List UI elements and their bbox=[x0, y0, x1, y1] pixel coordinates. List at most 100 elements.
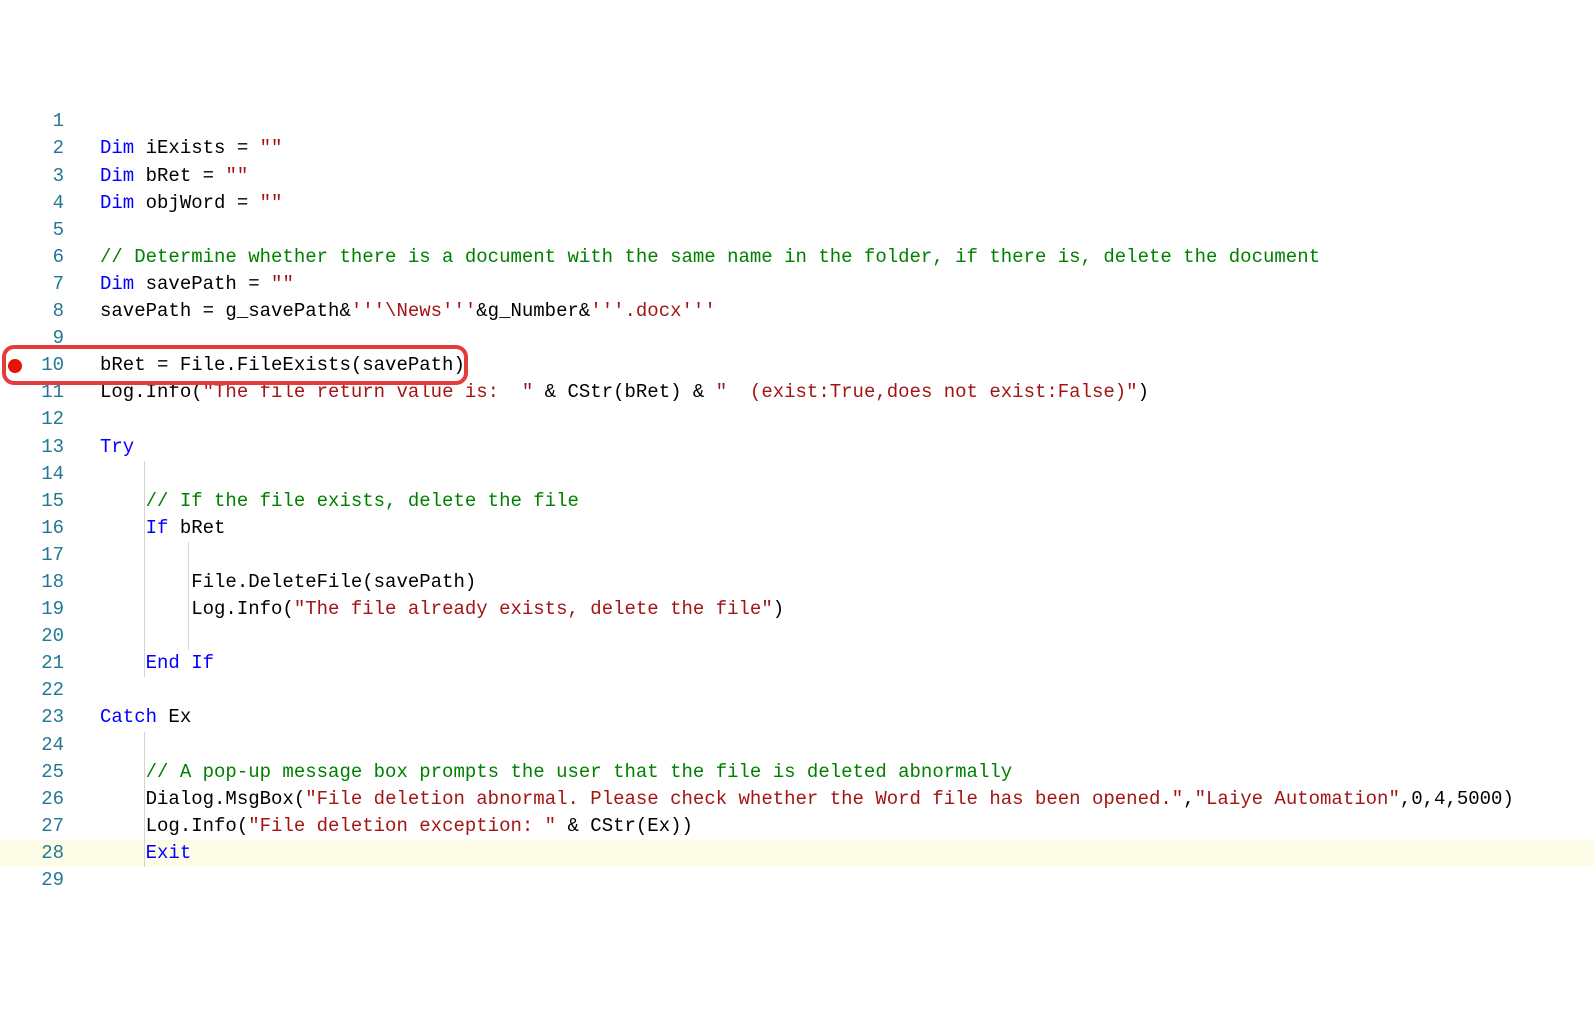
token-cmt: // Determine whether there is a document… bbox=[100, 246, 1320, 268]
code-text[interactable]: Dim savePath = "" bbox=[70, 271, 294, 298]
code-line[interactable]: 27 Log.Info("File deletion exception: " … bbox=[0, 813, 1594, 840]
code-line[interactable]: 29 bbox=[0, 867, 1594, 894]
token-kw: If bbox=[146, 517, 169, 539]
code-text[interactable]: Catch Ex bbox=[70, 704, 191, 731]
code-line[interactable]: 8savePath = g_savePath&'''\News'''&g_Num… bbox=[0, 298, 1594, 325]
token-str: "The file already exists, delete the fil… bbox=[294, 598, 773, 620]
indent-guide bbox=[144, 650, 145, 677]
code-text[interactable]: // A pop-up message box prompts the user… bbox=[70, 759, 1012, 786]
code-text[interactable]: // If the file exists, delete the file bbox=[70, 488, 579, 515]
code-text[interactable]: Dim iExists = "" bbox=[70, 135, 282, 162]
code-line[interactable]: 3Dim bRet = "" bbox=[0, 163, 1594, 190]
code-text[interactable]: bRet = File.FileExists(savePath) bbox=[70, 352, 465, 379]
token-str: "File deletion abnormal. Please check wh… bbox=[305, 788, 1183, 810]
code-line[interactable]: 11Log.Info("The file return value is: " … bbox=[0, 379, 1594, 406]
code-text[interactable]: Log.Info("The file return value is: " & … bbox=[70, 379, 1149, 406]
code-line[interactable]: 26 Dialog.MsgBox("File deletion abnormal… bbox=[0, 786, 1594, 813]
code-line[interactable]: 19 Log.Info("The file already exists, de… bbox=[0, 596, 1594, 623]
line-number: 14 bbox=[30, 461, 70, 488]
indent-guide bbox=[144, 732, 145, 759]
token-plain: & CStr(Ex)) bbox=[556, 815, 693, 837]
indent-guide bbox=[144, 759, 145, 786]
code-line[interactable]: 12 bbox=[0, 406, 1594, 433]
line-number: 4 bbox=[30, 190, 70, 217]
indent-guide bbox=[144, 840, 145, 867]
line-number: 3 bbox=[30, 163, 70, 190]
line-number: 18 bbox=[30, 569, 70, 596]
token-cmt: // If the file exists, delete the file bbox=[146, 490, 579, 512]
code-text[interactable]: Log.Info("The file already exists, delet… bbox=[70, 596, 784, 623]
token-kw: Dim bbox=[100, 273, 134, 295]
code-text[interactable] bbox=[70, 542, 191, 569]
code-line[interactable]: 28 Exit bbox=[0, 840, 1594, 867]
token-plain: Log.Info( bbox=[146, 815, 249, 837]
code-text[interactable]: File.DeleteFile(savePath) bbox=[70, 569, 476, 596]
line-number: 28 bbox=[30, 840, 70, 867]
indent-guide bbox=[188, 569, 189, 596]
code-line[interactable]: 25 // A pop-up message box prompts the u… bbox=[0, 759, 1594, 786]
token-str: "" bbox=[225, 165, 248, 187]
code-line[interactable]: 6// Determine whether there is a documen… bbox=[0, 244, 1594, 271]
code-line[interactable]: 23Catch Ex bbox=[0, 704, 1594, 731]
code-line[interactable]: 16 If bRet bbox=[0, 515, 1594, 542]
code-text[interactable]: savePath = g_savePath&'''\News'''&g_Numb… bbox=[70, 298, 716, 325]
line-number: 20 bbox=[30, 623, 70, 650]
code-text[interactable] bbox=[70, 461, 146, 488]
token-kw: End bbox=[146, 652, 180, 674]
code-line[interactable]: 5 bbox=[0, 217, 1594, 244]
code-text[interactable]: End If bbox=[70, 650, 214, 677]
token-kw: Dim bbox=[100, 137, 134, 159]
code-editor[interactable]: 12Dim iExists = ""3Dim bRet = ""4Dim obj… bbox=[0, 108, 1594, 894]
token-kw: Dim bbox=[100, 192, 134, 214]
token-str: "" bbox=[271, 273, 294, 295]
code-line[interactable]: 15 // If the file exists, delete the fil… bbox=[0, 488, 1594, 515]
line-number: 26 bbox=[30, 786, 70, 813]
token-str: "" bbox=[260, 137, 283, 159]
code-text[interactable]: Try bbox=[70, 434, 134, 461]
code-line[interactable]: 7Dim savePath = "" bbox=[0, 271, 1594, 298]
line-number: 10 bbox=[30, 352, 70, 379]
token-plain: objWord = bbox=[134, 192, 259, 214]
code-text[interactable]: // Determine whether there is a document… bbox=[70, 244, 1320, 271]
code-text[interactable] bbox=[70, 623, 191, 650]
code-text[interactable]: Dialog.MsgBox("File deletion abnormal. P… bbox=[70, 786, 1514, 813]
token-str: " (exist:True,does not exist:False)" bbox=[716, 381, 1138, 403]
code-line[interactable]: 4Dim objWord = "" bbox=[0, 190, 1594, 217]
breakpoint-gutter[interactable] bbox=[0, 359, 30, 373]
token-plain: , bbox=[1183, 788, 1194, 810]
code-line[interactable]: 10 bRet = File.FileExists(savePath) bbox=[0, 352, 1594, 379]
code-line[interactable]: 17 bbox=[0, 542, 1594, 569]
line-number: 25 bbox=[30, 759, 70, 786]
code-text[interactable]: If bRet bbox=[70, 515, 225, 542]
token-plain: bRet bbox=[168, 517, 225, 539]
code-line[interactable]: 21 End If bbox=[0, 650, 1594, 677]
code-text[interactable]: Log.Info("File deletion exception: " & C… bbox=[70, 813, 693, 840]
code-text[interactable]: Dim objWord = "" bbox=[70, 190, 282, 217]
code-line[interactable]: 20 bbox=[0, 623, 1594, 650]
token-plain: savePath = bbox=[134, 273, 271, 295]
token-plain: Ex bbox=[157, 706, 191, 728]
indent-guide bbox=[144, 542, 145, 569]
token-plain: bRet = File.FileExists(savePath) bbox=[100, 354, 465, 376]
code-line[interactable]: 24 bbox=[0, 732, 1594, 759]
code-text[interactable]: Dim bRet = "" bbox=[70, 163, 248, 190]
breakpoint-icon[interactable] bbox=[8, 359, 22, 373]
code-text[interactable] bbox=[70, 732, 146, 759]
code-line[interactable]: 22 bbox=[0, 677, 1594, 704]
indent-guide bbox=[188, 596, 189, 623]
line-number: 8 bbox=[30, 298, 70, 325]
line-number: 17 bbox=[30, 542, 70, 569]
line-number: 27 bbox=[30, 813, 70, 840]
token-plain: & CStr(bRet) & bbox=[533, 381, 715, 403]
token-str: '''\News''' bbox=[351, 300, 476, 322]
code-line[interactable]: 14 bbox=[0, 461, 1594, 488]
code-line[interactable]: 1 bbox=[0, 108, 1594, 135]
token-str: "The file return value is: " bbox=[203, 381, 534, 403]
indent-guide bbox=[188, 623, 189, 650]
code-line[interactable]: 2Dim iExists = "" bbox=[0, 135, 1594, 162]
code-line[interactable]: 13Try bbox=[0, 434, 1594, 461]
code-line[interactable]: 9 bbox=[0, 325, 1594, 352]
code-text[interactable]: Exit bbox=[70, 840, 191, 867]
code-line[interactable]: 18 File.DeleteFile(savePath) bbox=[0, 569, 1594, 596]
line-number: 29 bbox=[30, 867, 70, 894]
